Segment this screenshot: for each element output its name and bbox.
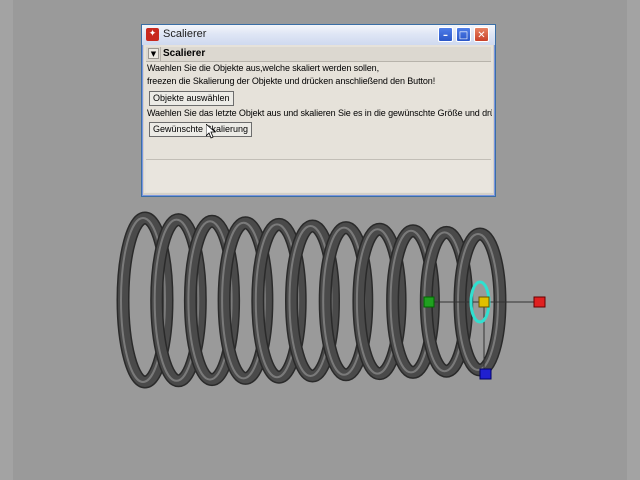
spring-coil[interactable] [116, 211, 507, 389]
instruction-line-1: Waehlen Sie die Objekte aus,welche skali… [147, 63, 379, 73]
manip-center-handle[interactable] [478, 296, 490, 308]
window-content: ▼ Scalierer Waehlen Sie die Objekte aus,… [144, 45, 493, 193]
instruction-line-3: Waehlen Sie das letzte Objekt aus und sk… [147, 108, 492, 118]
select-objects-button[interactable]: Objekte auswählen [149, 91, 234, 106]
window-title: Scalierer [163, 28, 207, 40]
window-titlebar[interactable]: ✦ Scalierer – □ ✕ [142, 25, 495, 45]
frame-layout-header[interactable]: ▼ Scalierer [146, 47, 491, 62]
maximize-icon[interactable]: □ [456, 27, 471, 42]
app-icon: ✦ [146, 28, 159, 41]
manip-z-handle[interactable] [479, 368, 492, 380]
mouse-cursor-icon [206, 124, 216, 139]
triangle-down-icon[interactable]: ▼ [148, 48, 159, 59]
scalierer-window: ✦ Scalierer – □ ✕ ▼ Scalierer Waehlen Si… [141, 24, 496, 197]
desired-scaling-button[interactable]: Gewünschte Skalierung [149, 122, 253, 137]
close-icon[interactable]: ✕ [474, 27, 489, 42]
manip-x-handle[interactable] [533, 296, 546, 308]
minimize-icon[interactable]: – [438, 27, 453, 42]
frame-header-divider [160, 47, 161, 61]
frame-title: Scalierer [163, 48, 206, 59]
instruction-line-2: freezen die Skalierung der Objekte und d… [147, 76, 436, 86]
empty-panel-area [146, 159, 491, 192]
manip-y-handle[interactable] [423, 296, 435, 308]
